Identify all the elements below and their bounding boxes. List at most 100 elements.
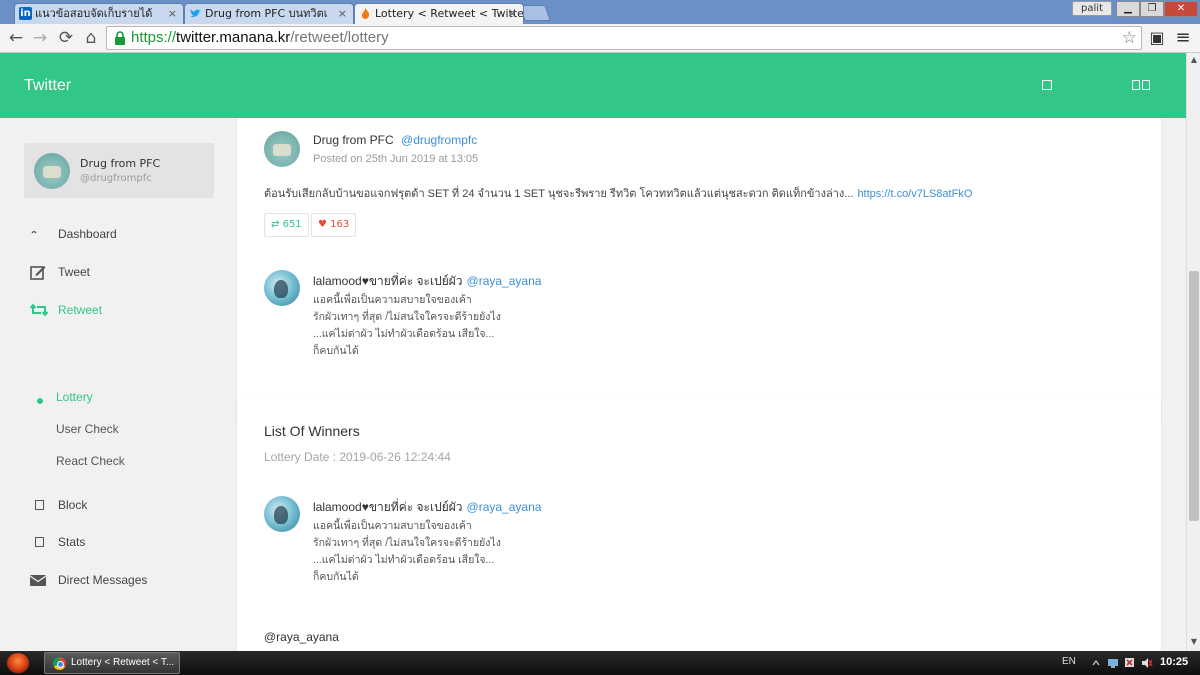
tab-title: แนวข้อสอบจัดเก็บรายได้ <box>35 7 153 20</box>
edit-icon <box>30 266 46 280</box>
winner-name: lalamood♥ขายที่ค่ะ จะเปย์ผัว <box>313 500 463 514</box>
bookmark-star-icon[interactable]: ☆ <box>1122 28 1137 48</box>
bio-line: รักผัวเทาๆ ที่สุด /ไม่สนใจใครจะดีร้ายยัง… <box>313 537 501 549</box>
post-author-name: Drug from PFC <box>313 133 398 147</box>
brand-title[interactable]: Twitter <box>24 77 71 95</box>
system-clock[interactable]: 10:25 <box>1160 656 1188 668</box>
retweeter-name: lalamood♥ขายที่ค่ะ จะเปย์ผัว <box>313 274 463 288</box>
profile-card[interactable]: Drug from PFC @drugfrompfc <box>24 143 214 198</box>
bio-line: แอคนี้เพื่อเป็นความสบายใจของเค้า <box>313 520 472 532</box>
profile-handle: @drugfrompfc <box>80 173 152 184</box>
url-text: https://twitter.manana.kr/retweet/lotter… <box>131 29 389 47</box>
post-author-handle[interactable]: @drugfrompfc <box>401 133 477 147</box>
browser-tab-linkedin[interactable]: in แนวข้อสอบจัดเก็บรายได้ × <box>14 3 184 24</box>
bio-line: รักผัวเทาๆ ที่สุด /ไม่สนใจใครจะดีร้ายยัง… <box>313 311 501 323</box>
taskbar-chrome-window[interactable]: Lottery < Retweet < T... <box>44 652 180 674</box>
grid-icon[interactable] <box>1132 80 1140 90</box>
scroll-thumb[interactable] <box>1189 271 1199 521</box>
close-icon[interactable]: × <box>508 4 517 23</box>
sidebar: Drug from PFC @drugfrompfc Dashboard Twe… <box>0 118 237 651</box>
tray-arrow-icon[interactable] <box>1090 657 1102 669</box>
profile-name: Drug from PFC <box>80 157 161 170</box>
retweeter-bio: แอคนี้เพื่อเป็นความสบายใจของเค้า รักผัวเ… <box>313 292 501 360</box>
volume-icon[interactable] <box>1141 657 1153 669</box>
like-count: 163 <box>330 219 350 230</box>
scroll-up-icon[interactable]: ▲ <box>1189 55 1199 64</box>
scroll-down-icon[interactable]: ▼ <box>1189 637 1199 646</box>
tweet-body: ต้อนรับเสียกลับบ้านขอแจกฟรุตด้า SET ที่ … <box>264 188 854 200</box>
url-host: twitter.manana.kr <box>176 29 291 46</box>
winner-handle[interactable]: @raya_ayana <box>467 500 542 514</box>
winners-title: List Of Winners <box>264 423 360 439</box>
like-count-badge[interactable]: ♥ 163 <box>311 213 357 237</box>
menu-icon[interactable]: ≡ <box>1173 28 1193 48</box>
avatar <box>34 153 70 189</box>
windows-taskbar: Lottery < Retweet < T... EN 10:25 <box>0 651 1200 675</box>
bio-line: ...แค่ไม่ด่าผัว ไม่ทำผัวเดือดร้อน เสียใจ… <box>313 554 495 566</box>
winners-card: List Of Winners Lottery Date : 2019-06-2… <box>237 398 1161 651</box>
browser-tab-twitter[interactable]: Drug from PFC บนทวิตเ × <box>184 3 354 24</box>
address-bar[interactable]: https://twitter.manana.kr/retweet/lotter… <box>106 26 1142 50</box>
retweet-icon <box>30 303 48 317</box>
minimize-button[interactable]: ▁ <box>1116 1 1140 17</box>
sidebar-subitem-user-check[interactable]: User Check <box>56 420 119 438</box>
retweeter-avatar[interactable] <box>264 270 300 306</box>
chrome-icon <box>53 657 66 670</box>
notification-icon[interactable] <box>1042 80 1052 90</box>
retweet-count-badge[interactable]: ⇄ 651 <box>264 213 309 237</box>
sidebar-item-label: Tweet <box>58 265 91 279</box>
winner-avatar[interactable] <box>264 496 300 532</box>
post-date: Posted on 25th Jun 2019 at 13:05 <box>313 153 479 165</box>
browser-toolbar: ← → ⟳ ⌂ https://twitter.manana.kr/retwee… <box>0 24 1200 53</box>
forward-icon[interactable]: → <box>30 28 50 48</box>
grid-icon-secondary[interactable] <box>1142 80 1150 90</box>
back-icon[interactable]: ← <box>6 28 26 48</box>
winner-bio: แอคนี้เพื่อเป็นความสบายใจของเค้า รักผัวเ… <box>313 518 501 586</box>
flag-icon[interactable] <box>1124 657 1136 669</box>
linkedin-icon: in <box>19 7 32 20</box>
start-button[interactable] <box>6 652 30 674</box>
reload-icon[interactable]: ⟳ <box>56 28 76 48</box>
home-icon[interactable]: ⌂ <box>81 28 101 48</box>
bio-line: แอคนี้เพื่อเป็นความสบายใจของเค้า <box>313 294 472 306</box>
stats-icon <box>35 537 44 547</box>
page-scrollbar[interactable]: ▲ ▼ <box>1186 53 1200 651</box>
bio-line: ...แค่ไม่ด่าผัว ไม่ทำผัวเดือดร้อน เสียใจ… <box>313 328 495 340</box>
heart-icon: ♥ <box>318 219 327 230</box>
block-icon <box>35 500 44 510</box>
lottery-date: Lottery Date : 2019-06-26 12:24:44 <box>264 450 451 464</box>
post-card: Drug from PFC @drugfrompfc Posted on 25t… <box>237 118 1161 424</box>
close-icon[interactable]: × <box>338 4 347 23</box>
dashboard-icon <box>31 230 37 234</box>
language-indicator[interactable]: EN <box>1062 656 1076 667</box>
retweet-icon: ⇄ <box>271 219 280 230</box>
maximize-button[interactable]: ❐ <box>1140 1 1164 17</box>
active-dot-icon <box>37 398 43 404</box>
browser-user-badge[interactable]: palit <box>1072 1 1112 16</box>
bio-line: ก็คบกันได้ <box>313 571 359 583</box>
sidebar-item-label: Dashboard <box>58 227 117 241</box>
flame-icon <box>359 7 372 20</box>
retweeter-handle[interactable]: @raya_ayana <box>467 274 542 288</box>
url-scheme: https:// <box>131 29 177 46</box>
post-author-avatar[interactable] <box>264 131 300 167</box>
sidebar-subitem-lottery[interactable]: Lottery <box>56 388 93 406</box>
browser-tab-lottery[interactable]: Lottery < Retweet < Twitter × <box>354 3 524 24</box>
tweet-link[interactable]: https://t.co/v7LS8atFkO <box>857 188 972 200</box>
sidebar-item-label: Retweet <box>58 303 103 317</box>
app-header: Twitter <box>0 53 1186 118</box>
sidebar-item-label: Block <box>58 498 88 512</box>
mail-icon <box>30 575 46 586</box>
network-icon[interactable] <box>1107 657 1119 669</box>
extension-icon[interactable]: ▣ <box>1147 28 1167 48</box>
close-icon[interactable]: × <box>168 4 177 23</box>
close-window-button[interactable]: ✕ <box>1164 1 1198 17</box>
winner: lalamood♥ขายที่ค่ะ จะเปย์ผัว @raya_ayana <box>313 498 541 517</box>
bio-line: ก็คบกันได้ <box>313 345 359 357</box>
sidebar-subitem-react-check[interactable]: React Check <box>56 452 125 470</box>
tweet-text: ต้อนรับเสียกลับบ้านขอแจกฟรุตด้า SET ที่ … <box>264 184 972 202</box>
twitter-icon <box>189 7 202 20</box>
winner-footer-handle: @raya_ayana <box>264 630 339 644</box>
retweet-count: 651 <box>282 219 302 230</box>
retweeter: lalamood♥ขายที่ค่ะ จะเปย์ผัว @raya_ayana <box>313 272 541 291</box>
